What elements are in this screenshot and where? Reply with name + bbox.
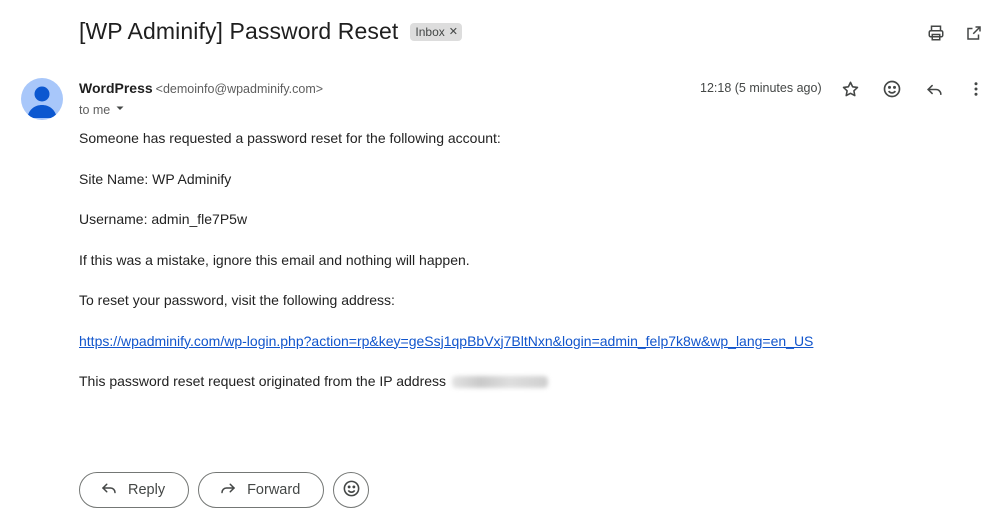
emoji-icon xyxy=(342,479,361,502)
message-toolbar xyxy=(840,79,986,99)
open-in-new-icon[interactable] xyxy=(964,23,984,43)
email-body: Someone has requested a password reset f… xyxy=(79,130,813,414)
label-text: Inbox xyxy=(415,24,445,39)
emoji-reaction-button[interactable] xyxy=(333,472,370,508)
forward-label: Forward xyxy=(247,482,301,498)
sender-row: WordPress <demoinfo@wpadminify.com> xyxy=(79,80,323,96)
chevron-down-icon[interactable] xyxy=(114,102,126,117)
email-timestamp: 12:18 (5 minutes ago) xyxy=(700,81,822,95)
password-reset-link[interactable]: https://wpadminify.com/wp-login.php?acti… xyxy=(79,333,813,349)
body-line: Site Name: WP Adminify xyxy=(79,170,232,187)
header-toolbar xyxy=(926,23,984,43)
body-line: Username: admin_fle7P5w xyxy=(79,211,248,227)
reply-label: Reply xyxy=(128,482,166,498)
sender-avatar[interactable] xyxy=(21,78,63,120)
emoji-icon[interactable] xyxy=(882,79,902,99)
ip-text: This password reset request originated f… xyxy=(79,373,447,389)
recipients-toggle[interactable]: to me xyxy=(79,102,126,117)
inbox-label-chip[interactable]: Inbox ✕ xyxy=(410,22,462,41)
body-line: Someone has requested a password reset f… xyxy=(79,130,501,146)
print-icon[interactable] xyxy=(926,23,946,43)
remove-label-icon[interactable]: ✕ xyxy=(449,25,458,38)
forward-icon xyxy=(219,479,237,501)
subject-row: [WP Adminify] Password Reset Inbox ✕ xyxy=(79,18,462,45)
reply-button[interactable]: Reply xyxy=(79,472,190,508)
body-line: If this was a mistake, ignore this email… xyxy=(79,251,470,268)
to-label: to me xyxy=(79,102,111,117)
ip-line: This password reset request originated f… xyxy=(79,373,813,414)
email-subject: [WP Adminify] Password Reset xyxy=(79,18,399,44)
reply-icon[interactable] xyxy=(924,79,944,99)
reset-link-line: https://wpadminify.com/wp-login.php?acti… xyxy=(79,333,813,374)
reply-icon xyxy=(100,479,118,501)
sender-name[interactable]: WordPress xyxy=(79,80,153,96)
sender-email: <demoinfo@wpadminify.com> xyxy=(155,82,324,96)
forward-button[interactable]: Forward xyxy=(198,472,325,508)
more-vert-icon[interactable] xyxy=(966,79,986,99)
reply-actions: Reply Forward xyxy=(79,472,370,508)
star-icon[interactable] xyxy=(840,79,860,99)
body-line: To reset your password, visit the follow… xyxy=(79,292,395,308)
ip-address-redacted xyxy=(452,376,549,389)
